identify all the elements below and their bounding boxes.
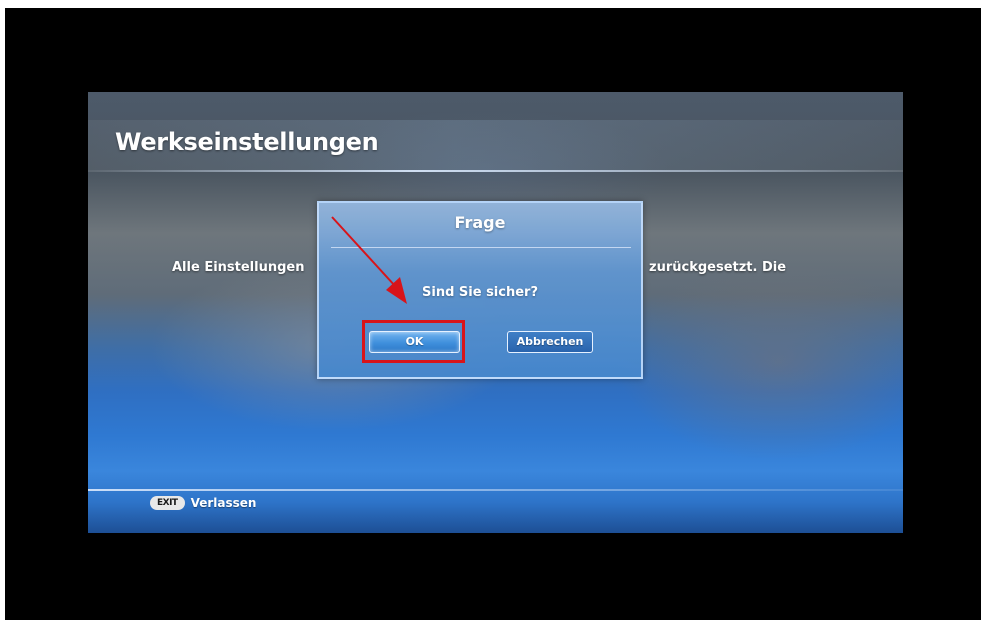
page-title: Werkseinstellungen (115, 128, 379, 156)
dialog-divider (331, 247, 631, 248)
exit-key-icon: EXIT (150, 496, 185, 510)
footer-divider (88, 489, 903, 491)
title-divider (88, 170, 903, 172)
dialog-question: Sind Sie sicher? (422, 285, 538, 300)
ok-highlight-box (362, 320, 465, 363)
footer-hint: EXIT Verlassen (150, 496, 256, 510)
tv-screen: Werkseinstellungen Alle Einstellungen zu… (88, 92, 903, 533)
exit-label[interactable]: Verlassen (191, 496, 257, 510)
cancel-button[interactable]: Abbrechen (507, 331, 593, 353)
dialog-title: Frage (454, 213, 506, 232)
body-text-right: zurückgesetzt. Die (649, 260, 787, 275)
body-text-left: Alle Einstellungen (172, 260, 305, 275)
